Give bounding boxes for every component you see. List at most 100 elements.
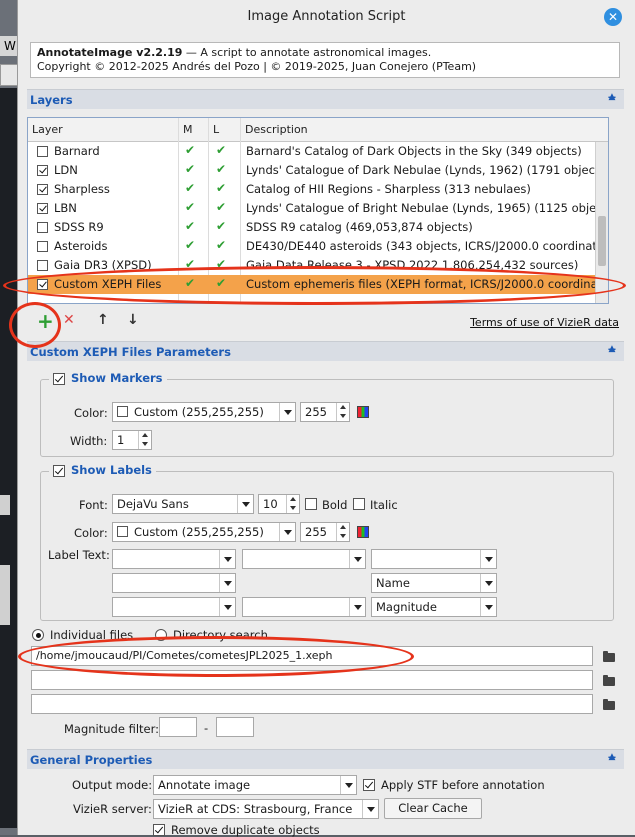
label-color-combo[interactable]: Custom (255,255,255) [112,522,296,542]
layer-row[interactable]: Gaia DR3 (XPSD) ✔ ✔ Gaia Data Release 3 - X… [28,256,608,275]
move-up-icon[interactable]: ↑ [97,312,109,328]
layer-enable-checkbox[interactable] [37,203,48,214]
check-icon[interactable]: ✔ [216,257,226,271]
label-alpha-spinbox[interactable]: 255 [300,522,350,542]
column-header-description[interactable]: Description [245,123,308,136]
folder-icon[interactable] [603,651,615,662]
xeph-file-path-3[interactable] [31,694,593,714]
check-icon[interactable]: ✔ [216,276,226,290]
label-font-size-spinbox[interactable]: 10 [258,494,300,514]
layer-row[interactable]: Barnard ✔ ✔ Barnard's Catalog of Dark Objec… [28,142,608,161]
vizier-terms-link[interactable]: Terms of use of VizieR data [470,316,619,329]
layers-section-header[interactable]: Layers ▲ ▔ [27,89,624,109]
chevron-down-icon [480,574,496,592]
xeph-file-path-1[interactable]: /home/jmoucaud/PI/Cometes/cometesJPL2025… [31,646,593,666]
xeph-file-path-2[interactable] [31,670,593,690]
label-slot-middle-left[interactable] [112,573,236,593]
folder-icon[interactable] [603,675,615,686]
check-icon[interactable]: ✔ [216,219,226,233]
show-markers-header[interactable]: Show Markers [49,371,167,385]
layer-row[interactable]: LBN ✔ ✔ Lynds' Catalogue of Bright Nebulae … [28,199,608,218]
check-icon[interactable]: ✔ [216,238,226,252]
label-slot-top-left[interactable] [112,549,236,569]
show-labels-checkbox[interactable] [53,465,65,477]
spin-up-icon[interactable] [286,495,299,504]
check-icon[interactable]: ✔ [185,162,195,176]
column-header-l[interactable]: L [213,123,219,136]
marker-alpha-spinbox[interactable]: 255 [300,402,350,422]
collapse-icon[interactable]: ▲ ▔ [606,93,618,108]
marker-color-combo[interactable]: Custom (255,255,255) [112,402,296,422]
params-section-header[interactable]: Custom XEPH Files Parameters ▲ ▔ [27,341,624,361]
check-icon[interactable]: ✔ [216,143,226,157]
bold-checkbox[interactable] [305,498,317,510]
spin-up-icon[interactable] [336,523,349,532]
italic-checkbox[interactable] [353,498,365,510]
scrollbar-thumb[interactable] [598,216,606,266]
layer-row[interactable]: Asteroids ✔ ✔ DE430/DE440 asteroids (343 ob… [28,237,608,256]
output-mode-combo[interactable]: Annotate image [153,775,357,795]
remove-layer-icon[interactable]: ✕ [63,312,75,328]
layer-row[interactable]: Sharpless ✔ ✔ Catalog of HII Regions - Shar… [28,180,608,199]
label-slot-middle-right-value: Name [376,576,410,590]
layer-enable-checkbox[interactable] [37,184,48,195]
remove-duplicates-checkbox[interactable] [153,824,165,836]
spin-up-icon[interactable] [138,431,151,440]
label-slot-middle-right[interactable]: Name [371,573,497,593]
check-icon[interactable]: ✔ [185,238,195,252]
label-slot-bottom-left[interactable] [112,597,236,617]
check-icon[interactable]: ✔ [185,200,195,214]
collapse-icon[interactable]: ▲ ▔ [606,753,618,768]
magnitude-max-input[interactable] [216,717,254,737]
check-icon[interactable]: ✔ [185,219,195,233]
title-bar[interactable]: Image Annotation Script ✕ [18,0,635,34]
layer-row[interactable]: Custom XEPH Files ✔ ✔ Custom ephemeris file… [28,275,608,294]
label-slot-bottom-right[interactable]: Magnitude [371,597,497,617]
color-picker-icon[interactable] [357,406,369,418]
layer-enable-checkbox[interactable] [37,165,48,176]
clear-cache-button[interactable]: Clear Cache [384,798,482,819]
show-markers-checkbox[interactable] [53,373,65,385]
layer-enable-checkbox[interactable] [37,260,48,271]
check-icon[interactable]: ✔ [216,181,226,195]
check-icon[interactable]: ✔ [216,162,226,176]
label-slot-bottom-center[interactable] [242,597,366,617]
layer-row[interactable]: SDSS R9 ✔ ✔ SDSS R9 catalog (469,053,874 ob… [28,218,608,237]
check-icon[interactable]: ✔ [216,200,226,214]
individual-files-radio[interactable] [32,629,44,641]
layers-table[interactable]: Layer M L Description Barnard ✔ ✔ Barnard's… [27,117,609,304]
spin-down-icon[interactable] [138,440,151,449]
label-slot-top-center[interactable] [242,549,366,569]
layers-table-scrollbar[interactable] [595,142,608,303]
vizier-server-combo[interactable]: VizieR at CDS: Strasbourg, France [153,799,379,819]
layer-enable-checkbox[interactable] [37,146,48,157]
check-icon[interactable]: ✔ [185,276,195,290]
add-layer-icon[interactable]: + [37,309,54,333]
move-down-icon[interactable]: ↓ [127,312,139,328]
column-header-m[interactable]: M [183,123,193,136]
column-header-layer[interactable]: Layer [32,123,63,136]
layer-enable-checkbox[interactable] [37,222,48,233]
spin-down-icon[interactable] [336,532,349,541]
label-font-combo[interactable]: DejaVu Sans [112,494,254,514]
close-button[interactable]: ✕ [604,8,622,26]
folder-icon[interactable] [603,699,615,710]
general-section-header[interactable]: General Properties ▲ ▔ [27,749,624,769]
marker-width-spinbox[interactable]: 1 [112,430,152,450]
layer-enable-checkbox[interactable] [37,241,48,252]
layer-row[interactable]: LDN ✔ ✔ Lynds' Catalogue of Dark Nebulae (L… [28,161,608,180]
spin-up-icon[interactable] [336,403,349,412]
directory-search-radio[interactable] [155,629,167,641]
spin-down-icon[interactable] [336,412,349,421]
show-labels-header[interactable]: Show Labels [49,463,156,477]
label-slot-top-right[interactable] [371,549,497,569]
layer-enable-checkbox[interactable] [37,279,48,290]
apply-stf-checkbox[interactable] [363,779,375,791]
check-icon[interactable]: ✔ [185,257,195,271]
magnitude-min-input[interactable] [159,717,197,737]
color-picker-icon[interactable] [357,526,369,538]
check-icon[interactable]: ✔ [185,143,195,157]
check-icon[interactable]: ✔ [185,181,195,195]
spin-down-icon[interactable] [286,504,299,513]
collapse-icon[interactable]: ▲ ▔ [606,345,618,360]
